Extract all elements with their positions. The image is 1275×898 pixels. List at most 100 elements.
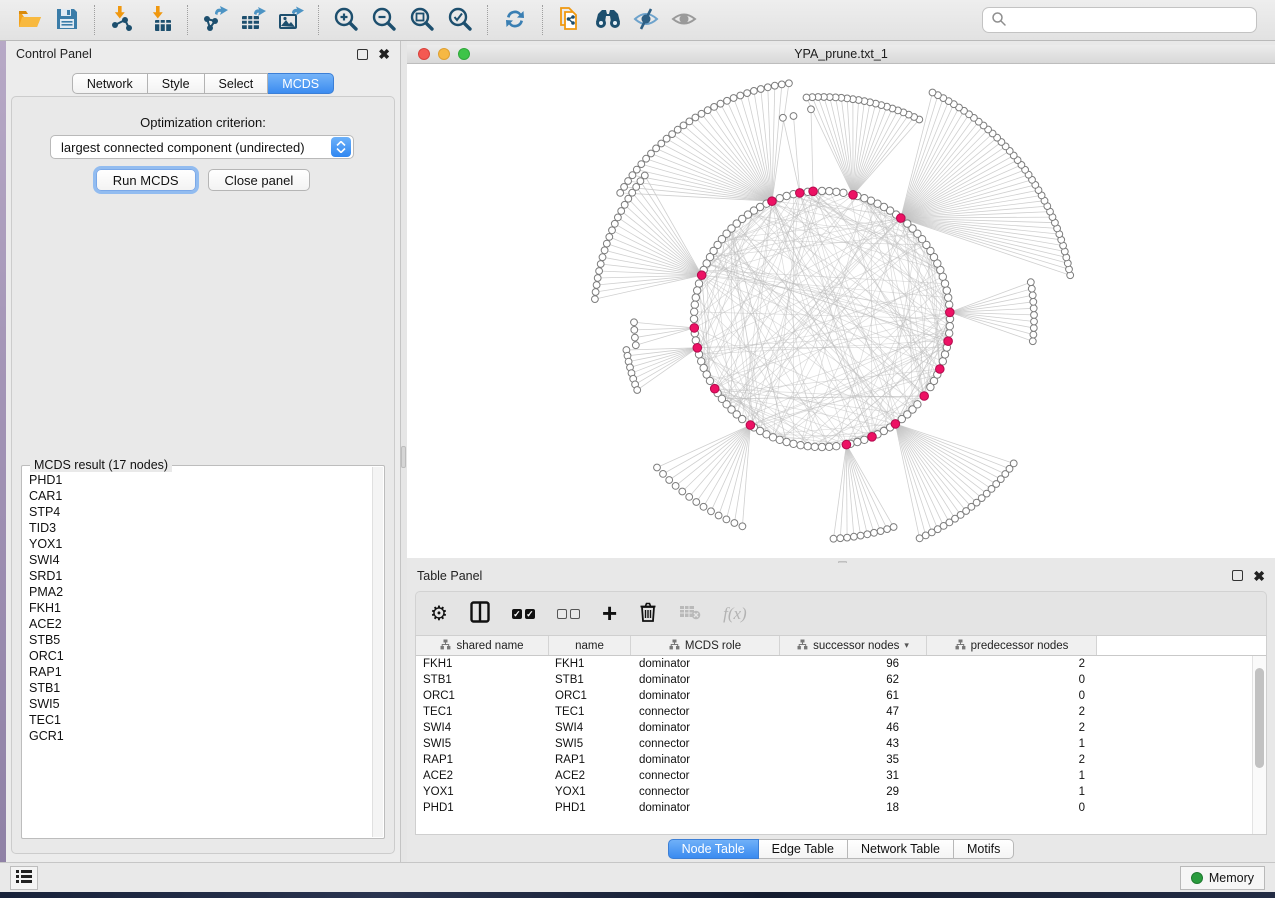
table-scrollbar[interactable] <box>1252 656 1266 834</box>
list-item[interactable]: SWI4 <box>29 552 372 568</box>
export-image-button[interactable] <box>272 3 310 37</box>
tab-style[interactable]: Style <box>148 73 205 94</box>
table-header-row: shared name name MCDS role successor nod… <box>416 636 1266 656</box>
export-network-button[interactable] <box>196 3 234 37</box>
list-item[interactable]: STP4 <box>29 504 372 520</box>
table-panel-title: Table Panel <box>417 569 482 583</box>
deselect-all-button[interactable] <box>557 599 580 629</box>
close-panel-icon[interactable]: ✖ <box>378 47 390 61</box>
toolbar-separator <box>487 5 488 35</box>
add-column-button[interactable]: + <box>602 599 617 629</box>
zoom-fit-button[interactable] <box>403 3 441 37</box>
hide-selected-button[interactable] <box>627 3 665 37</box>
network-canvas[interactable] <box>407 64 1275 558</box>
refresh-button[interactable] <box>496 3 534 37</box>
float-table-panel-icon[interactable] <box>1232 570 1243 581</box>
sort-descending-icon: ▾ <box>904 640 909 651</box>
clone-network-button[interactable] <box>551 3 589 37</box>
list-item[interactable]: PHD1 <box>29 472 372 488</box>
table-settings-button[interactable]: ⚙ <box>430 599 448 629</box>
export-image-icon <box>278 6 304 35</box>
list-item[interactable]: STB5 <box>29 632 372 648</box>
tab-select[interactable]: Select <box>205 73 269 94</box>
column-header-shared-name[interactable]: shared name <box>416 636 549 655</box>
close-panel-button[interactable]: Close panel <box>208 169 311 191</box>
float-panel-icon[interactable] <box>357 49 368 60</box>
table-row[interactable]: FKH1FKH1dominator962 <box>416 656 1252 672</box>
splitter-grip[interactable] <box>401 446 406 468</box>
refresh-icon <box>503 7 527 34</box>
import-table-icon <box>147 6 173 35</box>
table-tabs: Node Table Edge Table Network Table Moti… <box>407 839 1275 859</box>
fx-icon: f(x) <box>723 604 747 624</box>
main-toolbar <box>0 0 1275 41</box>
table-row[interactable]: ACE2ACE2connector311 <box>416 768 1252 784</box>
list-item[interactable]: CAR1 <box>29 488 372 504</box>
delete-column-button[interactable] <box>639 599 657 629</box>
list-item[interactable]: ORC1 <box>29 648 372 664</box>
zoom-in-button[interactable] <box>327 3 365 37</box>
list-item[interactable]: PMA2 <box>29 584 372 600</box>
show-all-button[interactable] <box>665 3 703 37</box>
column-header-name[interactable]: name <box>549 636 631 655</box>
table-row[interactable]: PHD1PHD1dominator180 <box>416 800 1252 816</box>
table-row[interactable]: STB1STB1dominator620 <box>416 672 1252 688</box>
list-item[interactable]: TID3 <box>29 520 372 536</box>
select-all-button[interactable]: ✓✓ <box>512 599 535 629</box>
list-item[interactable]: YOX1 <box>29 536 372 552</box>
show-columns-button[interactable] <box>470 599 490 629</box>
list-item[interactable]: RAP1 <box>29 664 372 680</box>
list-item[interactable]: TEC1 <box>29 712 372 728</box>
network-window-titlebar[interactable]: YPA_prune.txt_1 <box>407 45 1275 64</box>
tab-network-table[interactable]: Network Table <box>848 839 954 859</box>
delete-table-button[interactable] <box>679 599 701 629</box>
zoom-out-button[interactable] <box>365 3 403 37</box>
list-item[interactable]: SWI5 <box>29 696 372 712</box>
run-mcds-button[interactable]: Run MCDS <box>96 169 196 191</box>
tab-mcds[interactable]: MCDS <box>268 73 334 94</box>
column-header-mcds-role[interactable]: MCDS role <box>631 636 780 655</box>
plus-icon: + <box>602 603 617 624</box>
table-row[interactable]: SWI4SWI4dominator462 <box>416 720 1252 736</box>
tab-node-table[interactable]: Node Table <box>668 839 759 859</box>
search-box[interactable] <box>982 7 1257 33</box>
export-table-button[interactable] <box>234 3 272 37</box>
import-network-button[interactable] <box>103 3 141 37</box>
column-header-predecessor-nodes[interactable]: predecessor nodes <box>927 636 1097 655</box>
apply-function-button[interactable]: f(x) <box>723 599 747 629</box>
node-table: shared name name MCDS role successor nod… <box>415 635 1267 835</box>
criterion-dropdown[interactable]: largest connected component (undirected) <box>50 135 354 159</box>
eye-slash-icon <box>633 6 659 35</box>
criterion-value: largest connected component (undirected) <box>51 140 331 155</box>
close-table-panel-icon[interactable]: ✖ <box>1253 569 1265 583</box>
list-item[interactable]: ACE2 <box>29 616 372 632</box>
find-button[interactable] <box>589 3 627 37</box>
memory-button[interactable]: Memory <box>1180 866 1265 890</box>
result-list-scrollbar[interactable] <box>372 467 383 837</box>
table-row[interactable]: YOX1YOX1connector291 <box>416 784 1252 800</box>
column-type-icon <box>440 639 451 653</box>
table-row[interactable]: RAP1RAP1dominator352 <box>416 752 1252 768</box>
zoom-selected-button[interactable] <box>441 3 479 37</box>
unchecked-box-icon <box>570 609 580 619</box>
task-history-button[interactable] <box>10 866 38 890</box>
columns-icon <box>470 601 490 626</box>
table-scrollbar-thumb[interactable] <box>1255 668 1264 768</box>
list-item[interactable]: STB1 <box>29 680 372 696</box>
save-session-button[interactable] <box>48 3 86 37</box>
tab-motifs[interactable]: Motifs <box>954 839 1014 859</box>
tab-edge-table[interactable]: Edge Table <box>759 839 848 859</box>
open-session-button[interactable] <box>10 3 48 37</box>
table-row[interactable]: SWI5SWI5connector431 <box>416 736 1252 752</box>
checked-box-icon: ✓ <box>512 609 522 619</box>
list-item[interactable]: GCR1 <box>29 728 372 744</box>
import-network-icon <box>109 6 135 35</box>
table-row[interactable]: ORC1ORC1dominator610 <box>416 688 1252 704</box>
tab-network[interactable]: Network <box>72 73 148 94</box>
column-header-successor-nodes[interactable]: successor nodes ▾ <box>780 636 927 655</box>
import-table-button[interactable] <box>141 3 179 37</box>
list-item[interactable]: SRD1 <box>29 568 372 584</box>
search-input[interactable] <box>1007 13 1248 27</box>
list-item[interactable]: FKH1 <box>29 600 372 616</box>
table-row[interactable]: TEC1TEC1connector472 <box>416 704 1252 720</box>
